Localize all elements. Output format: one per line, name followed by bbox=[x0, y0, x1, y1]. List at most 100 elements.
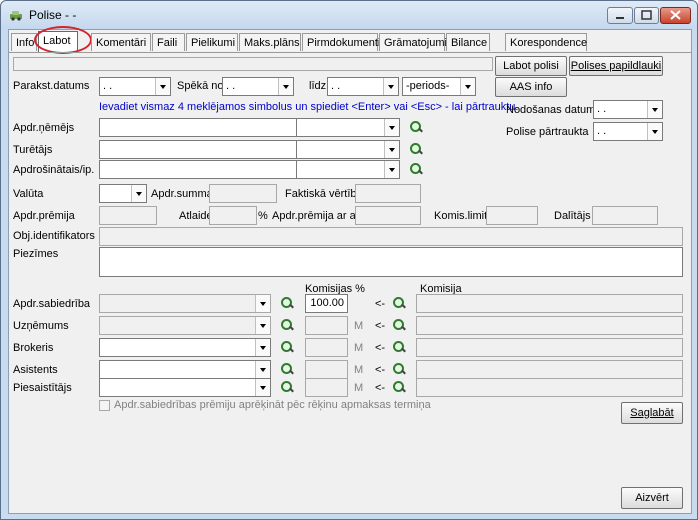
copy-arrow: <- bbox=[375, 364, 386, 376]
brokeris-pct-input[interactable] bbox=[305, 338, 348, 357]
brokeris-select[interactable] bbox=[99, 338, 271, 357]
app-window: Polise - - Info Labot Komentāri Faili Pi… bbox=[0, 0, 698, 520]
apdr-sabiedriba-select[interactable] bbox=[99, 294, 271, 313]
search-icon[interactable] bbox=[281, 363, 293, 375]
aizvert-button[interactable]: Aizvērt bbox=[621, 487, 683, 509]
chevron-down-icon[interactable] bbox=[255, 317, 270, 334]
search-icon[interactable] bbox=[410, 163, 422, 175]
chevron-down-icon[interactable] bbox=[255, 295, 270, 312]
asistents-pct-input[interactable] bbox=[305, 360, 348, 379]
apdr-sabiedriba-pct-input[interactable]: 100.00 bbox=[305, 294, 348, 313]
tab-komentari[interactable]: Komentāri bbox=[91, 33, 151, 51]
search-icon[interactable] bbox=[410, 143, 422, 155]
parakst-datums-label: Parakst.datums bbox=[13, 80, 90, 92]
apdr-premija-ar-atl-field bbox=[355, 206, 421, 225]
search-icon[interactable] bbox=[281, 341, 293, 353]
piesaistitajs-pct-input[interactable] bbox=[305, 378, 348, 397]
m-flag: M bbox=[354, 342, 364, 354]
tab-strip: Info Labot Komentāri Faili Pielikumi Mak… bbox=[9, 26, 691, 54]
search-icon[interactable] bbox=[393, 381, 405, 393]
apdr-nemejs-input[interactable] bbox=[99, 118, 297, 137]
chevron-down-icon[interactable] bbox=[255, 379, 270, 396]
saglabat-label: Saglabāt bbox=[630, 407, 674, 419]
apdr-sabiedriba-label: Apdr.sabiedrība bbox=[13, 298, 91, 310]
chevron-down-icon[interactable] bbox=[131, 185, 146, 202]
polises-papildlauki-button[interactable]: Polises papildlauki bbox=[569, 56, 663, 76]
labot-polisi-button[interactable]: Labot polisi bbox=[495, 56, 567, 76]
search-icon[interactable] bbox=[410, 121, 422, 133]
chevron-down-icon[interactable] bbox=[155, 78, 170, 95]
search-icon[interactable] bbox=[393, 341, 405, 353]
chevron-down-icon[interactable] bbox=[460, 78, 475, 95]
apdrosinatais-input[interactable] bbox=[99, 160, 297, 179]
minimize-button[interactable] bbox=[607, 7, 633, 24]
turetajs-input[interactable] bbox=[99, 140, 297, 159]
chevron-down-icon[interactable] bbox=[647, 123, 662, 140]
atlaide-field bbox=[209, 206, 257, 225]
uznemums-pct-input[interactable] bbox=[305, 316, 348, 335]
lidz-picker[interactable]: . . bbox=[327, 77, 399, 96]
nodosanas-datums-label: Nodošanas datums bbox=[506, 104, 601, 116]
tab-info[interactable]: Info bbox=[11, 33, 37, 51]
title-bar[interactable]: Polise - - bbox=[1, 1, 697, 29]
periods-value: -periods- bbox=[406, 80, 450, 92]
aas-info-button[interactable]: AAS info bbox=[495, 77, 567, 97]
search-icon[interactable] bbox=[281, 319, 293, 331]
komis-limits-field bbox=[486, 206, 538, 225]
apdrosinatais-select[interactable] bbox=[296, 160, 400, 179]
tab-pielikumi[interactable]: Pielikumi bbox=[186, 33, 238, 51]
chevron-down-icon[interactable] bbox=[384, 161, 399, 178]
uznemums-label: Uzņēmums bbox=[13, 320, 69, 332]
tab-maks-plans[interactable]: Maks.plāns bbox=[239, 33, 301, 51]
client-area: Info Labot Komentāri Faili Pielikumi Mak… bbox=[8, 26, 692, 514]
maximize-button[interactable] bbox=[634, 7, 659, 24]
piesaistitajs-select[interactable] bbox=[99, 378, 271, 397]
nodosanas-datums-picker[interactable]: . . bbox=[593, 100, 663, 119]
chevron-down-icon[interactable] bbox=[278, 78, 293, 95]
parakst-datums-value: . . bbox=[103, 80, 113, 92]
minimize-icon bbox=[608, 8, 632, 23]
apdr-nemejs-select[interactable] bbox=[296, 118, 400, 137]
polise-partraukta-picker[interactable]: . . bbox=[593, 122, 663, 141]
speka-no-value: . . bbox=[226, 80, 236, 92]
valuta-select[interactable] bbox=[99, 184, 147, 203]
asistents-select[interactable] bbox=[99, 360, 271, 379]
periods-select[interactable]: -periods- bbox=[402, 77, 476, 96]
maximize-icon bbox=[635, 8, 658, 23]
tab-pirmdokumenti[interactable]: Pirmdokumenti bbox=[302, 33, 380, 51]
apdr-summa-label: Apdr.summa bbox=[151, 188, 213, 200]
apdrosinatais-label: Apdrošinātais/ip. bbox=[13, 164, 95, 176]
search-icon[interactable] bbox=[281, 381, 293, 393]
piezimes-textarea[interactable] bbox=[99, 247, 683, 277]
premiju-aprekins-checkbox[interactable] bbox=[99, 400, 110, 411]
tab-baseline bbox=[9, 52, 691, 53]
tab-faili[interactable]: Faili bbox=[152, 33, 185, 51]
chevron-down-icon[interactable] bbox=[255, 361, 270, 378]
search-icon[interactable] bbox=[393, 363, 405, 375]
polise-partraukta-label: Polise pārtraukta bbox=[506, 126, 589, 138]
piesaistitajs-komisija-field bbox=[416, 378, 683, 397]
search-icon[interactable] bbox=[281, 297, 293, 309]
chevron-down-icon[interactable] bbox=[383, 78, 398, 95]
tab-gramatojumi[interactable]: Grāmatojumi bbox=[379, 33, 447, 51]
speka-no-picker[interactable]: . . bbox=[222, 77, 294, 96]
chevron-down-icon[interactable] bbox=[384, 119, 399, 136]
chevron-down-icon[interactable] bbox=[384, 141, 399, 158]
nodosanas-datums-value: . . bbox=[597, 103, 607, 115]
parakst-datums-picker[interactable]: . . bbox=[99, 77, 171, 96]
close-window-button[interactable] bbox=[660, 7, 691, 24]
tab-korespondence[interactable]: Korespondence bbox=[505, 33, 587, 51]
asistents-komisija-field bbox=[416, 360, 683, 379]
copy-arrow: <- bbox=[375, 320, 386, 332]
apdr-premija-ar-atl-label: Apdr.prēmija ar atl. bbox=[272, 210, 365, 222]
uznemums-select[interactable] bbox=[99, 316, 271, 335]
tab-bilance[interactable]: Bilance bbox=[446, 33, 490, 51]
saglabat-button[interactable]: Saglabāt bbox=[621, 402, 683, 424]
search-icon[interactable] bbox=[393, 297, 405, 309]
chevron-down-icon[interactable] bbox=[255, 339, 270, 356]
chevron-down-icon[interactable] bbox=[647, 101, 662, 118]
search-icon[interactable] bbox=[393, 319, 405, 331]
turetajs-select[interactable] bbox=[296, 140, 400, 159]
premiju-aprekins-label: Apdr.sabiedrības prēmiju aprēķināt pēc r… bbox=[114, 399, 431, 411]
polises-papildlauki-label: Polises papildlauki bbox=[570, 60, 662, 72]
